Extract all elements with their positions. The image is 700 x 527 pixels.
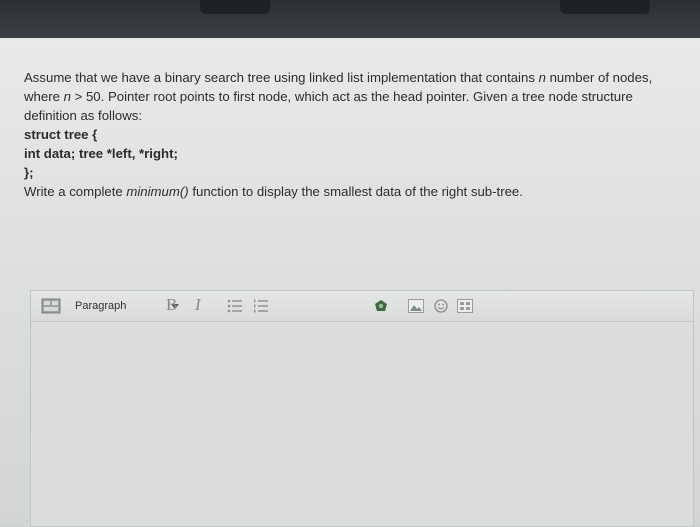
spellcheck-icon[interactable] [373, 299, 389, 313]
toolbar-toggle-icon[interactable] [41, 298, 61, 314]
bold-button[interactable]: B [166, 295, 177, 315]
editor-toolbar: Paragraph B I [31, 291, 693, 322]
paragraph-format-select[interactable]: Paragraph [75, 296, 179, 316]
editor-text-area[interactable] [31, 322, 693, 526]
paragraph-format-label: Paragraph [75, 300, 127, 312]
question-text: Assume that we have a binary search tree… [24, 68, 694, 201]
italic-button[interactable]: I [195, 295, 201, 315]
question-line-3: definition as follows: [24, 108, 143, 123]
numbered-list-icon[interactable] [253, 299, 269, 313]
bezel-tab [200, 0, 270, 14]
bullet-list-icon[interactable] [227, 299, 243, 313]
struct-open: struct tree { [24, 127, 98, 142]
question-line-1: Assume that we have a binary search tree… [24, 70, 653, 85]
emoji-icon[interactable] [433, 299, 449, 313]
question-panel: Assume that we have a binary search tree… [0, 38, 700, 527]
question-line-2: where n > 50. Pointer root points to fir… [24, 89, 633, 104]
task-line: Write a complete minimum() function to d… [24, 184, 523, 199]
monitor-top-bezel [0, 0, 700, 40]
insert-media-icon[interactable] [457, 299, 473, 313]
bezel-tab [560, 0, 650, 14]
struct-fields: int data; tree *left, *right; [24, 146, 178, 161]
struct-close: }; [24, 165, 34, 180]
answer-editor: Paragraph B I [30, 290, 694, 527]
insert-image-icon[interactable] [408, 299, 424, 313]
